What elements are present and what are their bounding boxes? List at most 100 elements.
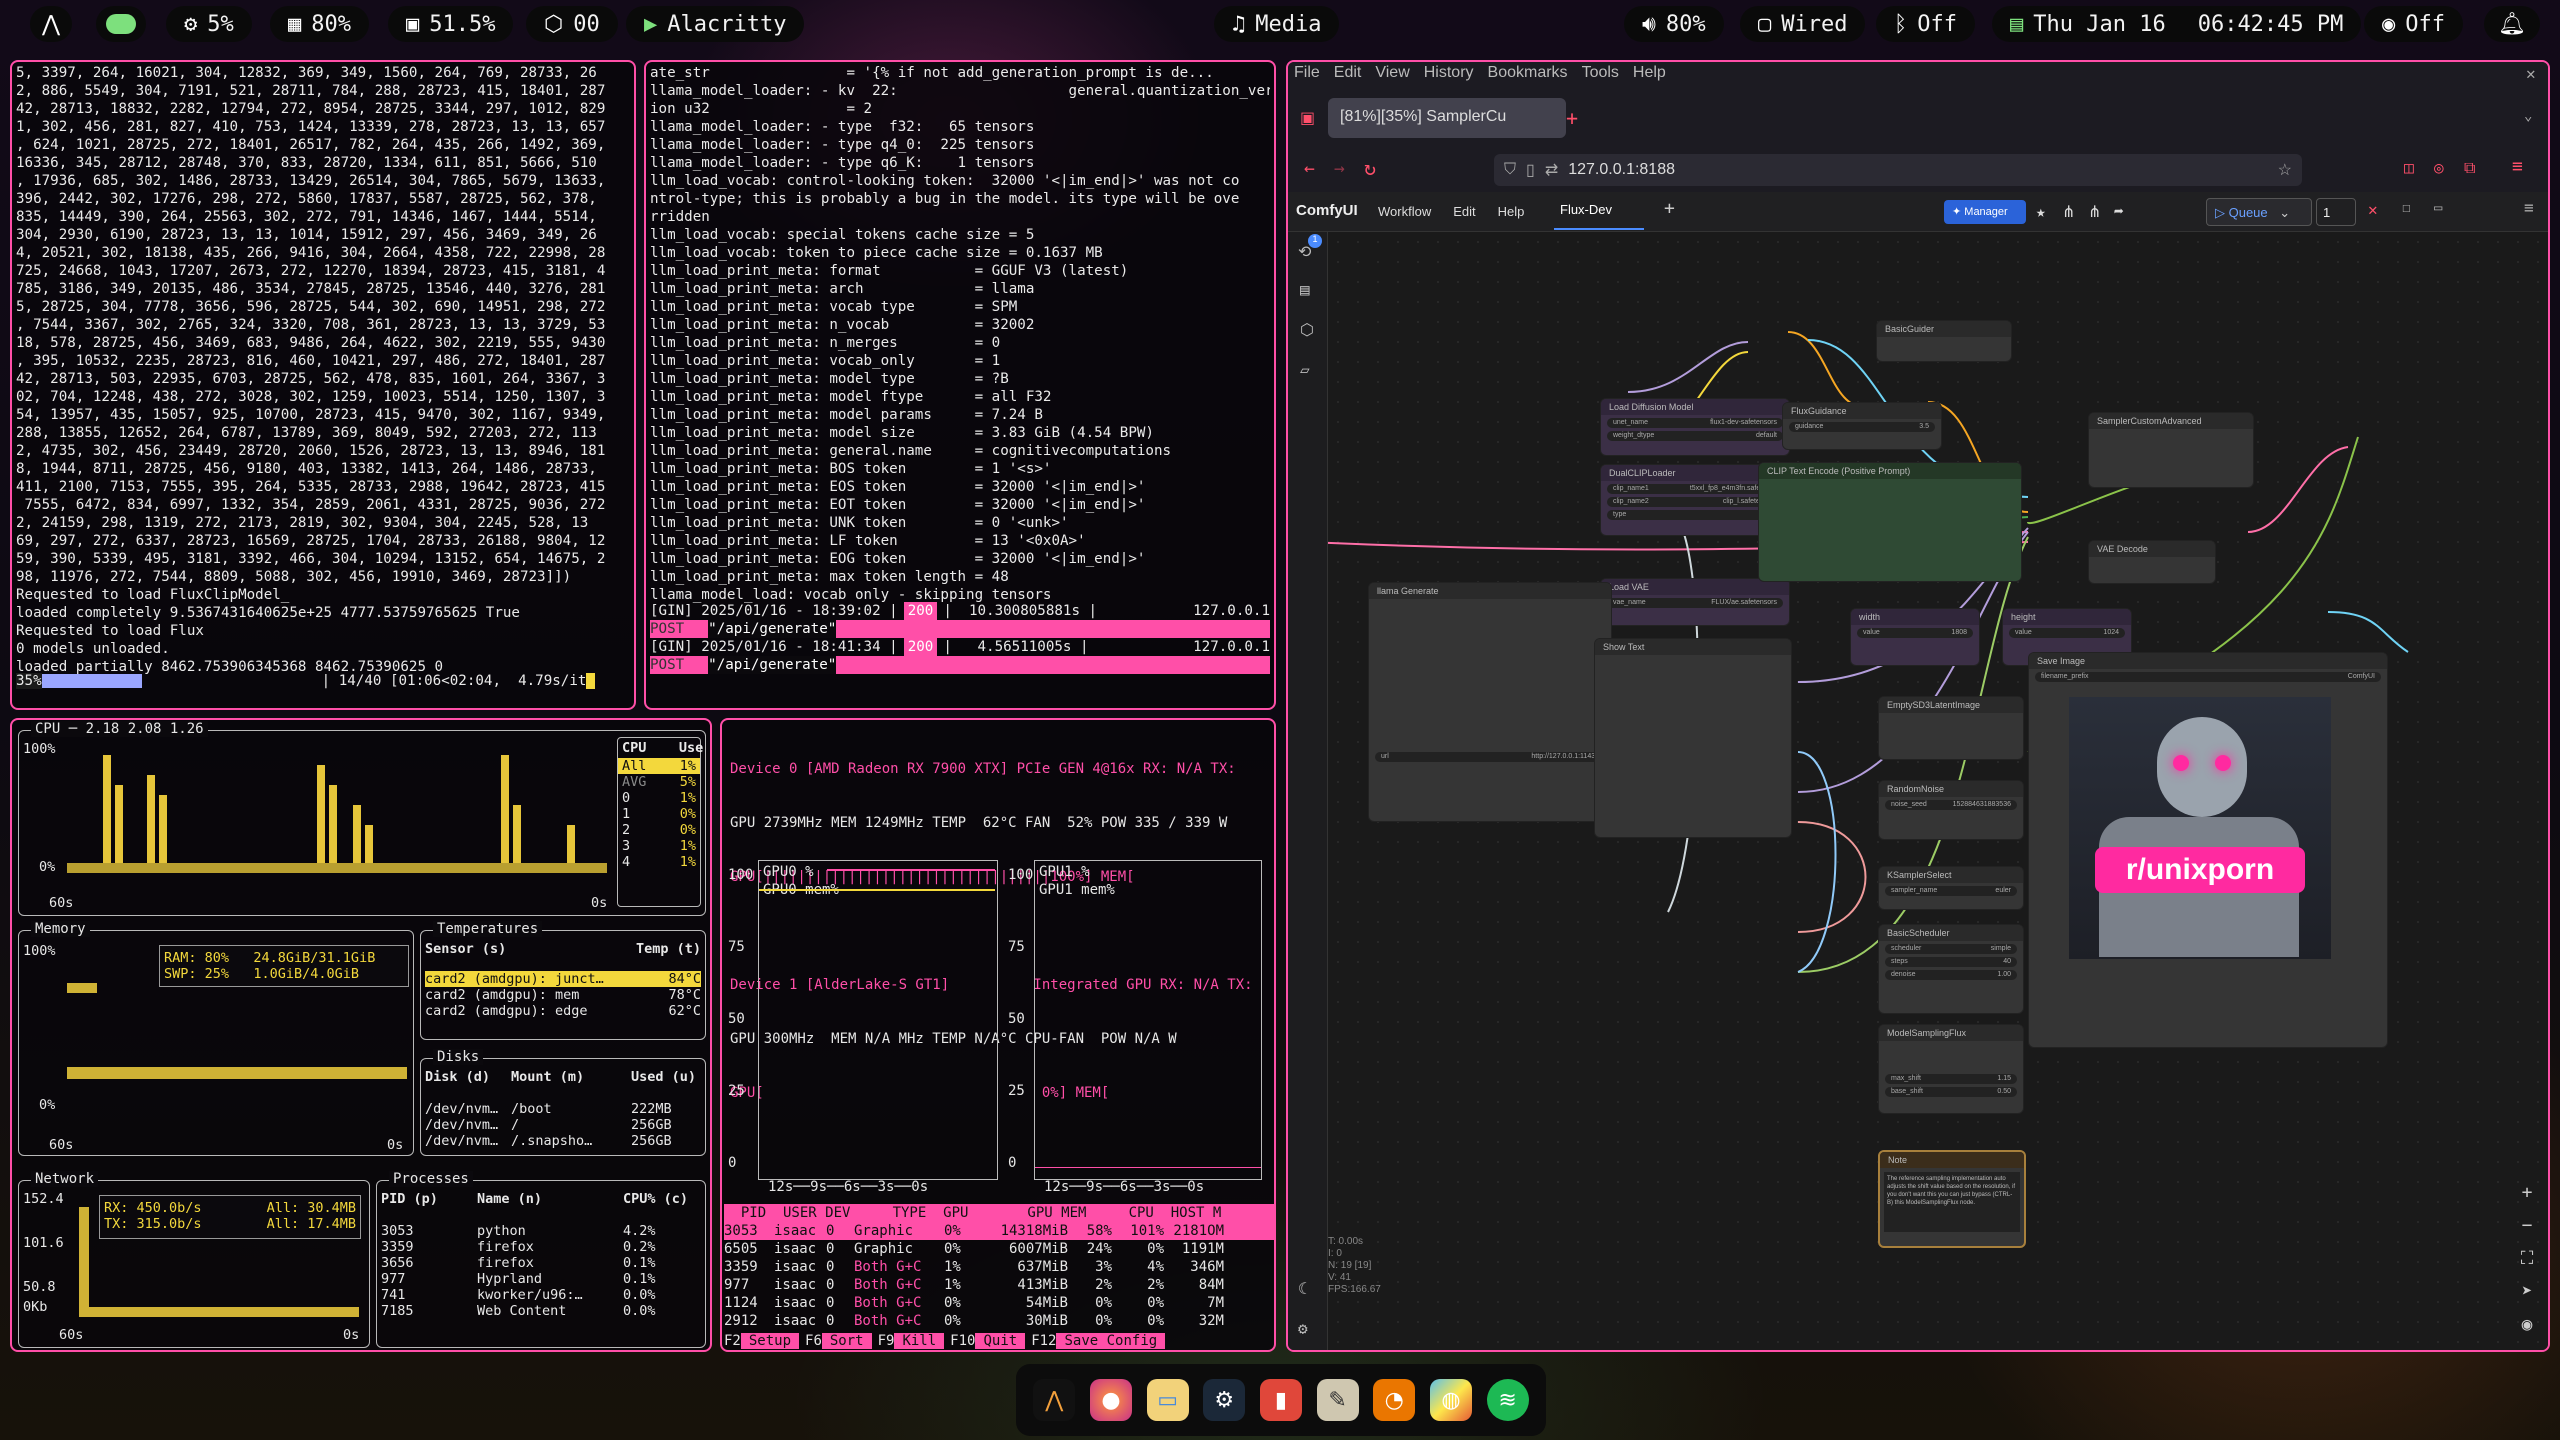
pocket-icon[interactable]: ◫	[2404, 158, 2414, 177]
manager-button[interactable]: ✦ Manager	[1944, 200, 2026, 224]
active-window-widget[interactable]: ▶ Alacritty	[626, 6, 805, 42]
firefox-window[interactable]: File Edit View History Bookmarks Tools Help ✕ …	[1286, 60, 2550, 1352]
account-icon[interactable]: ◎	[2434, 158, 2444, 177]
gpu-process-row[interactable]: 2912 isaac 0 Both G+C 0% 30MiB 0% 0% 32M	[724, 1312, 1274, 1330]
menu-view[interactable]: View	[1375, 64, 1409, 82]
node-show-text[interactable]: Show Text	[1594, 638, 1792, 838]
node-sampler-custom-advanced[interactable]: SamplerCustomAdvanced	[2088, 412, 2254, 488]
queue-button[interactable]: ▷ Queue ⌄	[2206, 198, 2312, 226]
url-field[interactable]: ⛉ ▯ ⇄ 127.0.0.1:8188 ☆	[1494, 154, 2302, 186]
footer-key[interactable]: F2 Setup	[724, 1332, 800, 1350]
tab-comfyui[interactable]: [81%][35%] SamplerCu	[1328, 98, 1566, 138]
menu-file[interactable]: File	[1294, 64, 1320, 82]
process-row[interactable]: 977 Hyprland 0.1%	[381, 1271, 701, 1287]
forward-icon[interactable]: →	[1334, 158, 1345, 179]
footer-key[interactable]: F9 Kill	[878, 1332, 945, 1350]
terminal-comfyui[interactable]: 5, 3397, 264, 16021, 304, 12832, 369, 34…	[10, 60, 636, 710]
btop-window[interactable]: CPU ─ 2.18 2.08 1.26 100% 0% 60s 0s CPU …	[10, 718, 712, 1352]
process-row[interactable]: 7185 Web Content 0.0%	[381, 1303, 701, 1319]
footer-key[interactable]: F10 Quit	[950, 1332, 1026, 1350]
clock-widget[interactable]: ▤ Thu Jan 16 06:42:45 PM	[1992, 6, 2362, 42]
shield-icon[interactable]: ⛉	[1504, 161, 1516, 179]
node-llama-generate[interactable]: llama Generate url http://127.0.0.1:11434	[1368, 582, 1612, 822]
comfy-menu-workflow[interactable]: Workflow	[1378, 204, 1431, 219]
gpu-process-row[interactable]: 3053 isaac 0 Graphic 0% 14318MiB 58% 101% 2181OM	[724, 1222, 1274, 1240]
batch-count-input[interactable]: 1	[2316, 198, 2356, 226]
disk-widget[interactable]: ▣ 51.5%	[388, 6, 514, 42]
node-flux-guidance[interactable]: FluxGuidance guidance 3.5	[1782, 402, 1942, 450]
zoom-out-icon[interactable]: −	[2512, 1215, 2542, 1236]
footer-key[interactable]: F6 Sort	[805, 1332, 872, 1350]
add-workflow-icon[interactable]: +	[1664, 198, 1675, 219]
window-close-icon[interactable]: ✕	[2526, 64, 2536, 83]
node-note[interactable]: Note The reference sampling implementatio…	[1878, 1150, 2026, 1248]
comfy-menu-icon[interactable]: ≡	[2524, 198, 2534, 217]
node-load-vae[interactable]: Load VAE vae_name FLUX/ae.safetensors	[1600, 578, 1790, 626]
toggle-links-icon[interactable]: ◉	[2512, 1314, 2542, 1335]
dock-blender-icon[interactable]: ◔	[1373, 1379, 1416, 1421]
node-vae-decode[interactable]: VAE Decode	[2088, 540, 2216, 584]
menu-tools[interactable]: Tools	[1582, 64, 1619, 82]
dock-audio-icon[interactable]: ▮	[1259, 1379, 1302, 1421]
hamburger-menu-icon[interactable]: ≡	[2512, 156, 2523, 177]
settings-gear-icon[interactable]: ⚙	[1298, 1319, 1308, 1338]
dock-color-picker-icon[interactable]: ◍	[1429, 1379, 1472, 1421]
model-icon[interactable]: ⋔	[2062, 202, 2075, 221]
gpu-process-row[interactable]: 977 isaac 0 Both G+C 1% 413MiB 2% 2% 84M	[724, 1276, 1274, 1294]
node-basic-guider[interactable]: BasicGuider	[1876, 320, 2012, 362]
permissions-icon[interactable]: ⇄	[1545, 160, 1558, 180]
extensions-icon[interactable]: ⧉	[2464, 158, 2475, 178]
zoom-in-icon[interactable]: +	[2512, 1182, 2542, 1203]
select-tool-icon[interactable]: ➤	[2512, 1281, 2542, 1302]
dock-files-icon[interactable]: ▭	[1146, 1379, 1189, 1421]
dock-alacritty-icon[interactable]: ⋀	[1033, 1379, 1076, 1421]
gpu-process-row[interactable]: 1124 isaac 0 Both G+C 0% 54MiB 0% 0% 7M	[724, 1294, 1274, 1312]
node-basic-scheduler[interactable]: BasicScheduler scheduler simple steps 40 deno…	[1878, 924, 2024, 1014]
new-tab-button[interactable]: +	[1566, 106, 1578, 130]
cancel-queue-icon[interactable]: ✕	[2368, 200, 2378, 219]
dock-gimp-icon[interactable]: ✎	[1316, 1379, 1359, 1421]
power-profile-widget[interactable]: ◉ Off	[2364, 6, 2463, 42]
gpu-process-row[interactable]: 6505 isaac 0 Graphic 0% 6007MiB 24% 0% 1191M	[724, 1240, 1274, 1258]
menu-edit[interactable]: Edit	[1334, 64, 1362, 82]
node-model-sampling-flux[interactable]: ModelSamplingFlux max_shift 1.15 base_shift…	[1878, 1024, 2024, 1114]
node-save-image[interactable]: Save Image filename_prefix ComfyUI r/unixp…	[2028, 652, 2388, 1048]
volume-widget[interactable]: 🔊︎ 80%	[1624, 6, 1724, 42]
comfy-menu-help[interactable]: Help	[1498, 204, 1525, 219]
comfy-menu-edit[interactable]: Edit	[1453, 204, 1475, 219]
share-icon[interactable]: ➦	[2114, 202, 2124, 221]
menu-history[interactable]: History	[1424, 64, 1474, 82]
back-icon[interactable]: ←	[1304, 158, 1315, 179]
menu-bookmarks[interactable]: Bookmarks	[1488, 64, 1568, 82]
bookmark-star-icon[interactable]: ☆	[2278, 160, 2292, 180]
process-row[interactable]: 741 kworker/u96:… 0.0%	[381, 1287, 701, 1303]
gpu-widget[interactable]: ⬡ 00	[526, 6, 618, 42]
memory-widget[interactable]: ▦ 80%	[270, 6, 369, 42]
terminal-ollama[interactable]: ate_str = '{% if not add_generation_prom…	[644, 60, 1276, 710]
node-graph-canvas[interactable]: Load Diffusion Model unet_name flux1-dev-s…	[1328, 232, 2548, 1350]
process-row[interactable]: 3359 firefox 0.2%	[381, 1239, 701, 1255]
process-row[interactable]: 3053 python 4.2%	[381, 1223, 701, 1239]
node-library-icon[interactable]: ▤	[1300, 280, 1310, 299]
launcher-button[interactable]: ⋀	[30, 6, 73, 42]
media-widget[interactable]: ♫ Media	[1214, 6, 1340, 42]
notifications-button[interactable]: 🔔︎	[2484, 6, 2540, 42]
nvtop-window[interactable]: Device 0 [AMD Radeon RX 7900 XTX] PCIe G…	[720, 718, 1276, 1352]
bluetooth-widget[interactable]: ᛒ Off	[1876, 6, 1975, 42]
workspace-indicator[interactable]	[96, 6, 146, 42]
theme-toggle-icon[interactable]: ☾	[1298, 1279, 1308, 1298]
node-ksampler-select[interactable]: KSamplerSelect sampler_name euler	[1878, 866, 2024, 910]
cpu-widget[interactable]: ⚙ 5%	[166, 6, 252, 42]
dock-steam-icon[interactable]: ⚙	[1203, 1379, 1246, 1421]
footer-key[interactable]: F12 Save Config	[1031, 1332, 1166, 1350]
reload-icon[interactable]: ↻	[1364, 156, 1376, 180]
model-library-icon[interactable]: ⬡	[1300, 320, 1314, 339]
toggle-view-icon[interactable]: ☐	[2402, 200, 2410, 216]
node-width[interactable]: width value 1808	[1850, 608, 1980, 666]
panel-icon[interactable]: ▭	[2434, 200, 2442, 216]
process-row[interactable]: 3656 firefox 0.1%	[381, 1255, 701, 1271]
workflows-icon[interactable]: ▱	[1300, 360, 1310, 379]
workflow-tab[interactable]: Flux-Dev	[1554, 194, 1644, 230]
menu-help[interactable]: Help	[1633, 64, 1666, 82]
network-widget[interactable]: ▢ Wired	[1740, 6, 1866, 42]
